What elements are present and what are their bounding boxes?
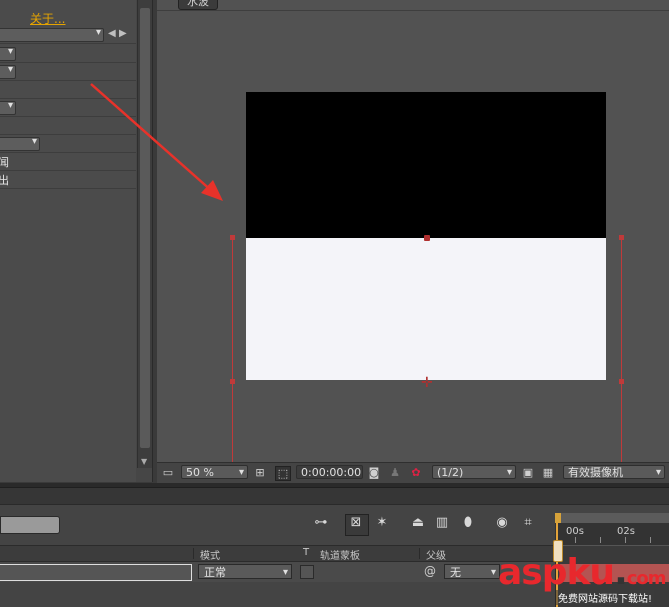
about-link[interactable]: 关于... [30,10,65,27]
black-solid-layer[interactable] [246,92,606,238]
property-dropdown[interactable] [0,100,16,115]
layer-name-field[interactable] [0,564,192,581]
magnification-value: 50 % [186,466,214,479]
camera-view-dropdown[interactable]: 有效摄像机 [563,465,665,480]
ruler-label: 00s [566,526,584,537]
scrollbar-thumb[interactable] [140,8,150,448]
watermark-logo-tld: com [626,568,667,589]
property-dropdown[interactable] [0,64,16,79]
always-preview-icon[interactable]: ▭ [161,466,175,479]
scroll-down-icon[interactable]: ▼ [141,457,147,466]
ruler-tick [650,537,651,543]
current-time-field[interactable]: 0:00:00:00 [296,465,363,479]
transform-handle-top[interactable] [424,235,430,241]
property-row [0,63,136,81]
parent-dropdown[interactable]: 无 ▾ [444,564,500,579]
pick-whip-icon[interactable]: @ [424,564,436,578]
transform-handle[interactable] [619,235,624,240]
ruler-tick [600,537,601,543]
channel-rgb-icon[interactable]: ✿ [409,466,423,479]
chevron-down-icon: ▾ [490,567,496,578]
watermark: aspku.com 免费网站源码下载站! [498,553,669,607]
column-divider [419,548,420,559]
white-solid-layer[interactable] [246,238,606,380]
effect-preset-row: ◀ ▶ [0,26,136,44]
blend-mode-dropdown[interactable]: 正常 ▾ [198,564,292,579]
motion-blur-icon[interactable]: ▥ [432,514,452,532]
layer-bound-left [232,238,233,462]
panel-tab-bar [0,487,669,504]
shy-layers-icon[interactable]: ✶ [372,514,392,532]
property-label: 闻 [0,156,9,169]
brainstorm-icon[interactable]: ⬮ [458,514,478,532]
column-divider [193,548,194,559]
chevron-down-icon: ▾ [282,567,288,578]
watermark-tagline: 免费网站源码下载站! [556,590,655,605]
ruler-tick [625,537,626,543]
graph-editor-icon[interactable]: ⌗ [518,514,538,532]
timecode-value: 0:00:00:00 [301,466,362,479]
property-row [0,45,136,63]
preserve-transparency-checkbox[interactable] [300,565,314,579]
property-dropdown[interactable] [0,46,16,61]
ruler-tick [575,537,576,543]
watermark-logo-dot: . [614,552,628,593]
viewer-toolbar: ▭ 50 % ⊞ ⬚ 0:00:00:00 ◙ ♟ ✿ (1/2) ▣ ▦ 有效… [157,462,669,483]
annotation-arrow-icon [90,83,223,201]
resolution-value: (1/2) [437,466,464,479]
camera-view-value: 有效摄像机 [568,466,623,479]
column-parent[interactable]: 父级 [426,547,446,562]
blend-mode-value: 正常 [204,566,226,579]
prev-arrow-icon[interactable]: ◀ [108,28,116,39]
layer-bound-right [621,238,622,462]
ruler-label: 02s [617,526,635,537]
transparency-grid-icon[interactable]: ▦ [541,466,555,479]
column-mode[interactable]: 模式 [200,547,220,562]
draft-3d-icon[interactable]: ⊠ [346,514,366,532]
effect-preset-dropdown[interactable] [0,27,104,42]
transform-handle[interactable] [230,379,235,384]
watermark-logo-main: aspku [498,552,615,593]
resolution-dropdown[interactable]: (1/2) [432,465,516,480]
mask-visibility-icon[interactable]: ⬚ [275,466,291,481]
show-snapshot-icon[interactable]: ♟ [388,466,402,479]
magnification-dropdown[interactable]: 50 % [181,465,248,480]
anchor-point-icon[interactable]: ✛ [421,376,433,390]
next-arrow-icon[interactable]: ▶ [119,28,127,39]
region-of-interest-icon[interactable]: ▣ [521,466,535,479]
property-label: 出 [0,174,9,187]
camera-snapshot-icon[interactable]: ◙ [367,466,381,479]
property-dropdown[interactable] [0,136,40,151]
column-track-matte[interactable]: 轨道蒙板 [320,547,360,562]
safe-margins-icon[interactable]: ⊞ [253,466,267,479]
transform-handle[interactable] [619,379,624,384]
effect-controls-scrollbar[interactable]: ▼ [137,0,152,468]
transform-handle[interactable] [230,235,235,240]
composition-mini-flowchart-icon[interactable]: ⊶ [311,514,331,532]
auto-keyframe-icon[interactable]: ◉ [492,514,512,532]
frame-blending-icon[interactable]: ⏏ [408,514,428,532]
timeline-column-header: 模式 T 轨道蒙板 父级 [0,545,555,562]
column-t[interactable]: T [303,547,309,558]
work-area-bar[interactable] [555,513,669,523]
viewer-divider [157,10,669,11]
timeline-search-input[interactable] [0,516,60,534]
work-area-start-handle[interactable] [555,513,561,523]
parent-value: 无 [450,566,461,579]
composition-tab[interactable]: 水波 [178,0,218,10]
